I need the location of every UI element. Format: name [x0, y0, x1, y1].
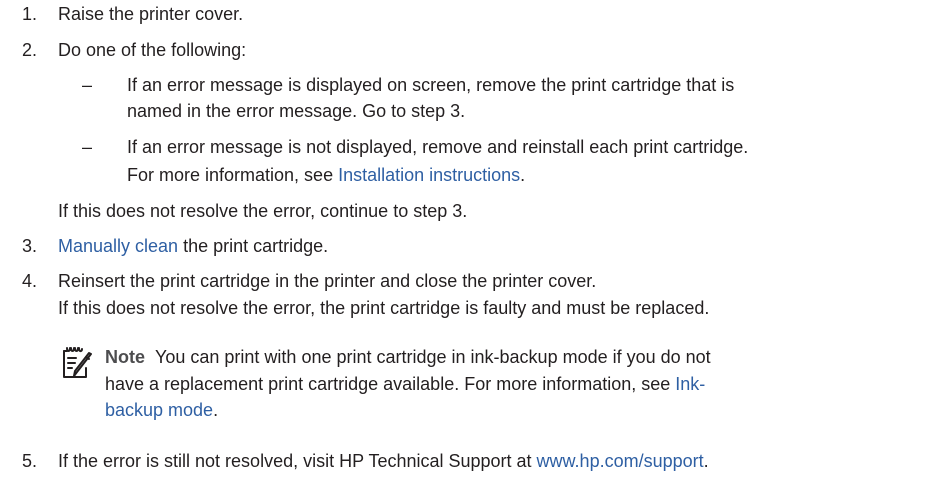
step-text: Do one of the following:	[58, 40, 247, 60]
bullet-error-displayed-line2: named in the error message. Go to step 3…	[127, 100, 465, 122]
step-text: Reinsert the print cartridge in the prin…	[58, 271, 597, 291]
hp-support-link[interactable]: www.hp.com/support	[537, 451, 704, 471]
bullet-dash: –	[82, 75, 93, 95]
document-page: { "steps": { "s1": { "num": "1.", "text"…	[0, 0, 938, 480]
note-line-1: Note You can print with one print cartri…	[105, 346, 711, 368]
note-text: have a replacement print cartridge avail…	[105, 374, 676, 394]
note-line-3: backup mode.	[105, 399, 218, 421]
bullet-error-not-displayed-line2: For more information, see Installation i…	[127, 164, 525, 186]
bullet-dash: –	[82, 137, 93, 157]
bullet-text-end: .	[520, 165, 526, 185]
note-pencil-icon	[63, 347, 92, 378]
bullet-text: If an error message is not displayed, re…	[127, 137, 749, 157]
step-4-line2: If this does not resolve the error, the …	[58, 297, 709, 319]
step-number: 1.	[22, 4, 38, 24]
manually-clean-link[interactable]: Manually clean	[58, 236, 178, 256]
step-text: the print cartridge.	[178, 236, 329, 256]
followup-text: If this does not resolve the error, cont…	[58, 201, 468, 221]
step-2-followup: If this does not resolve the error, cont…	[58, 200, 467, 222]
step-text-end: .	[703, 451, 709, 471]
bullet-text: For more information, see	[127, 165, 339, 185]
installation-instructions-link[interactable]: Installation instructions	[338, 165, 520, 185]
step-number: 3.	[22, 236, 38, 256]
step-text: If the error is still not resolved, visi…	[58, 451, 537, 471]
step-number: 2.	[22, 40, 38, 60]
step-text: If this does not resolve the error, the …	[58, 298, 710, 318]
step-text: Raise the printer cover.	[58, 4, 244, 24]
note-line-2: have a replacement print cartridge avail…	[105, 373, 705, 395]
step-number: 5.	[22, 451, 38, 471]
note-text: You can print with one print cartridge i…	[155, 347, 711, 367]
note-label: Note	[105, 347, 145, 367]
bullet-text: named in the error message. Go to step 3…	[127, 101, 466, 121]
step-number: 4.	[22, 271, 38, 291]
ink-backup-mode-link-cont[interactable]: backup mode	[105, 400, 213, 420]
note-text-end: .	[213, 400, 219, 420]
bullet-text: If an error message is displayed on scre…	[127, 75, 735, 95]
ink-backup-mode-link[interactable]: Ink-	[675, 374, 705, 394]
